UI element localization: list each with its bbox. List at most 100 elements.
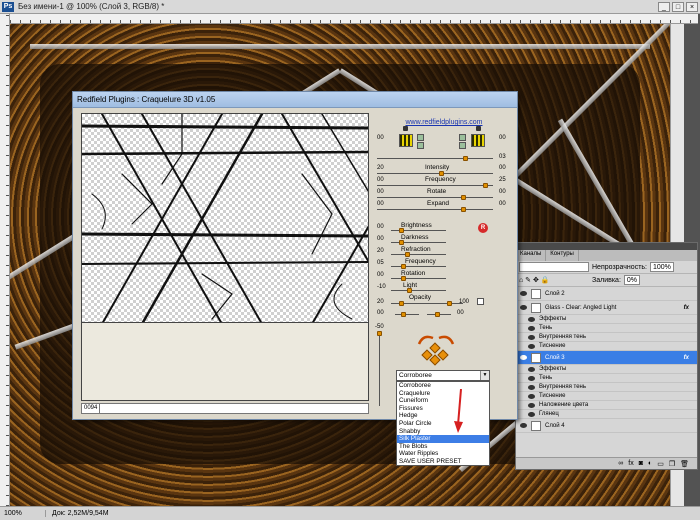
intensity-slider-track[interactable] — [377, 173, 493, 174]
top-slider-knob[interactable] — [463, 156, 468, 161]
chevron-down-icon[interactable]: ▼ — [480, 371, 489, 380]
layer-row-selected[interactable]: Слой 3 fx — [516, 351, 697, 365]
brightness-slider-knob[interactable] — [399, 228, 404, 233]
document-tab[interactable]: Ps Без имени-1 @ 100% (Слой 3, RGB/8) * … — [0, 0, 700, 14]
darkness-slider-knob[interactable] — [399, 240, 404, 245]
trash-icon[interactable]: 🗑 — [680, 460, 689, 468]
preset-option-highlighted[interactable]: Silk Plaster — [397, 435, 489, 443]
rotation-slider-track[interactable] — [391, 278, 446, 279]
preset-option[interactable]: The Blobs — [397, 443, 489, 451]
preset-option[interactable]: Fissures — [397, 405, 489, 413]
zoom-level[interactable]: 100% — [0, 510, 46, 517]
vertical-slider-track[interactable] — [379, 336, 380, 406]
fill-input[interactable]: 0% — [623, 275, 641, 285]
fx-icon[interactable]: fx — [684, 305, 689, 311]
eye-icon[interactable] — [520, 423, 527, 428]
preset-select[interactable]: Corroboree ▼ — [396, 370, 490, 381]
eye-icon[interactable] — [528, 393, 535, 399]
minimize-button[interactable]: _ — [658, 2, 670, 12]
preset-option[interactable]: Hedge — [397, 412, 489, 420]
adjustment-icon[interactable]: ◐ — [648, 460, 652, 467]
eye-icon[interactable] — [528, 384, 535, 390]
bottom-slider-track-left[interactable] — [395, 314, 419, 315]
effect-row[interactable]: Внутренняя тень — [516, 383, 697, 392]
close-button[interactable]: × — [686, 2, 698, 12]
eye-icon[interactable] — [528, 325, 535, 331]
eye-icon[interactable] — [520, 305, 527, 310]
effects-group-row[interactable]: Эффекты — [516, 365, 697, 374]
eye-icon[interactable] — [528, 411, 535, 417]
top-slider-track[interactable] — [377, 158, 493, 159]
eye-icon[interactable] — [528, 366, 535, 372]
fx-icon[interactable]: fx — [684, 355, 689, 361]
light-slider-knob[interactable] — [407, 288, 412, 293]
reset-icon[interactable]: R — [478, 223, 488, 233]
opacity-slider-knob-right[interactable] — [447, 301, 452, 306]
bottom-slider-knob-left[interactable] — [401, 312, 406, 317]
rotation-slider-knob[interactable] — [401, 276, 406, 281]
texture-preview-icon[interactable] — [399, 134, 413, 147]
tab-channels[interactable]: Каналы — [516, 250, 547, 261]
fx-icon[interactable]: fx — [628, 460, 633, 467]
eye-icon[interactable] — [520, 291, 527, 296]
mask-icon[interactable]: ◙ — [639, 460, 643, 467]
link-icon[interactable]: ∞ — [618, 460, 623, 467]
light-slider-track[interactable] — [391, 290, 446, 291]
preview-area[interactable] — [81, 113, 369, 323]
texture-preview-icon[interactable] — [471, 134, 485, 147]
effect-row[interactable]: Тиснение — [516, 342, 697, 351]
toggle-button[interactable] — [459, 142, 466, 149]
ruler-horizontal[interactable] — [10, 14, 698, 24]
rotate-slider-knob[interactable] — [461, 195, 466, 200]
light-frequency-slider-track[interactable] — [391, 266, 446, 267]
effects-group-row[interactable]: Эффекты — [516, 315, 697, 324]
preset-option[interactable]: Water Ripples — [397, 450, 489, 458]
effect-row[interactable]: Тень — [516, 324, 697, 333]
effect-row[interactable]: Наложение цвета — [516, 401, 697, 410]
panel-header[interactable] — [516, 243, 697, 250]
opacity-slider-knob-left[interactable] — [399, 301, 404, 306]
toggle-button[interactable] — [417, 142, 424, 149]
eye-icon[interactable] — [528, 402, 535, 408]
frequency-slider-knob[interactable] — [483, 183, 489, 188]
eye-icon[interactable] — [528, 375, 535, 381]
new-layer-icon[interactable]: ❐ — [669, 460, 675, 468]
layer-row[interactable]: Glass - Clear: Angled Light fx — [516, 301, 697, 315]
folder-icon[interactable]: ▭ — [657, 460, 664, 468]
blend-mode-select[interactable] — [519, 262, 589, 272]
eye-icon[interactable] — [520, 355, 527, 360]
preset-option[interactable]: Corroboree — [397, 382, 489, 390]
expand-slider-track[interactable] — [377, 209, 493, 210]
expand-slider-knob[interactable] — [461, 207, 466, 212]
preset-option[interactable]: Polar Circle — [397, 420, 489, 428]
opacity-checkbox[interactable] — [477, 298, 484, 305]
effect-row[interactable]: Тиснение — [516, 392, 697, 401]
save-user-preset-option[interactable]: SAVE USER PRESET — [397, 458, 489, 466]
effect-row[interactable]: Внутренняя тень — [516, 333, 697, 342]
preset-option[interactable]: Cuneiform — [397, 397, 489, 405]
website-link[interactable]: www.redfieldplugins.com — [373, 119, 515, 126]
bottom-slider-knob-right[interactable] — [435, 312, 440, 317]
preset-option[interactable]: Craquelure — [397, 390, 489, 398]
refraction-slider-knob[interactable] — [405, 252, 410, 257]
rotate-slider-track[interactable] — [377, 197, 493, 198]
maximize-button[interactable]: □ — [672, 2, 684, 12]
effect-row[interactable]: Глянец — [516, 410, 697, 419]
tab-paths[interactable]: Контуры — [546, 250, 579, 261]
dialog-titlebar[interactable]: Redfield Plugins : Craquelure 3D v1.05 — [73, 92, 517, 108]
preset-option[interactable]: Shabby — [397, 428, 489, 436]
eye-icon[interactable] — [528, 334, 535, 340]
lock-icons[interactable]: ⌂ ✎ ✥ 🔒 — [519, 276, 589, 284]
opacity-input[interactable]: 100% — [650, 262, 674, 272]
layer-row[interactable]: Слой 4 — [516, 419, 697, 433]
toggle-button[interactable] — [417, 134, 424, 141]
eye-icon[interactable] — [528, 316, 535, 322]
refraction-slider-track[interactable] — [391, 254, 446, 255]
frequency-slider-track[interactable] — [377, 185, 493, 186]
effect-row[interactable]: Тень — [516, 374, 697, 383]
layer-row[interactable]: Слой 2 — [516, 287, 697, 301]
eye-icon[interactable] — [528, 343, 535, 349]
light-frequency-slider-knob[interactable] — [401, 264, 406, 269]
ruler-vertical[interactable] — [0, 14, 10, 506]
toggle-button[interactable] — [459, 134, 466, 141]
